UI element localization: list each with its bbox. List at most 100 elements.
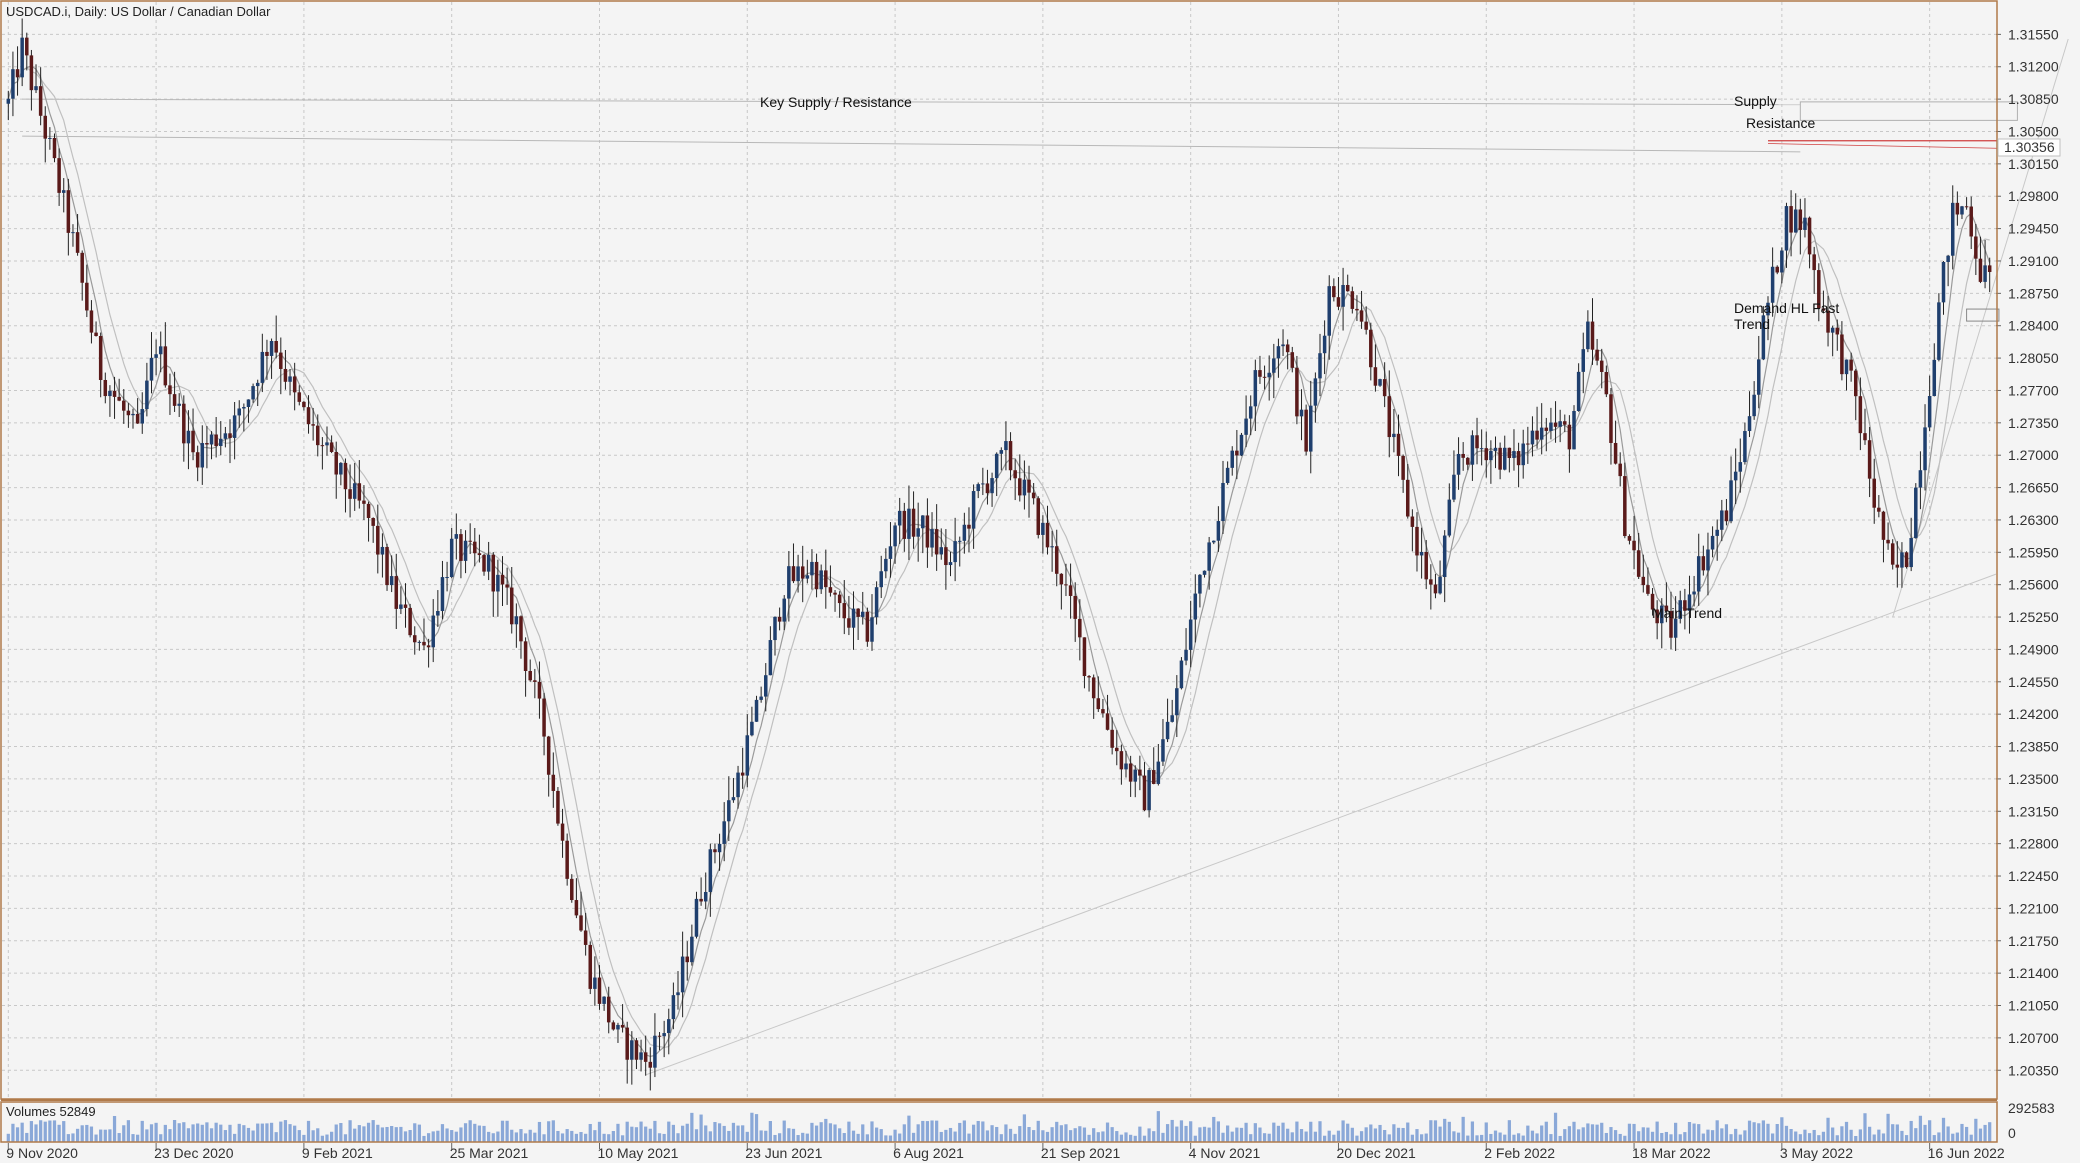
candle-body xyxy=(1230,450,1234,468)
volume-bar xyxy=(1447,1121,1451,1142)
volume-bar xyxy=(426,1133,431,1142)
volume-bar xyxy=(1276,1125,1281,1142)
x-tick-label: 20 Dec 2021 xyxy=(1336,1145,1416,1161)
y-tick-label: 1.31200 xyxy=(2008,59,2059,75)
candle-body xyxy=(717,843,722,853)
candle-body xyxy=(25,37,29,56)
candle-body xyxy=(953,541,957,563)
candle-body xyxy=(542,698,546,737)
candle-body xyxy=(971,491,976,529)
candle-body xyxy=(1442,535,1447,578)
volume-bar xyxy=(768,1121,772,1142)
candle-body xyxy=(1433,584,1438,594)
volume-bar xyxy=(302,1134,306,1142)
volume-bar xyxy=(1988,1122,1992,1142)
volume-bar xyxy=(1392,1124,1396,1142)
candle-body xyxy=(1840,334,1844,375)
volume-bar xyxy=(805,1133,809,1142)
candle-body xyxy=(135,413,140,424)
volume-bar xyxy=(228,1124,232,1142)
volume-bar xyxy=(85,1124,89,1142)
volume-bar xyxy=(1831,1127,1835,1142)
volume-bar xyxy=(1383,1129,1387,1142)
candle-body xyxy=(269,340,274,356)
volume-bar xyxy=(935,1120,939,1142)
candle-body xyxy=(255,382,260,387)
candle-body xyxy=(1475,435,1479,449)
candle-body xyxy=(1581,349,1586,372)
candle-body xyxy=(1595,349,1599,361)
candle-body xyxy=(1567,424,1572,450)
volume-bar xyxy=(1369,1124,1373,1142)
y-tick-label: 1.30850 xyxy=(2008,91,2059,107)
candle-body xyxy=(944,547,948,566)
volume-bar xyxy=(1493,1130,1498,1142)
candle-body xyxy=(237,408,241,416)
volume-bar xyxy=(1138,1126,1142,1142)
volume-bar xyxy=(496,1131,500,1142)
volume-bar xyxy=(11,1123,15,1142)
candle-body xyxy=(606,996,611,1023)
candle-body xyxy=(1692,591,1696,595)
volume-bar xyxy=(1059,1125,1063,1142)
candle-body xyxy=(486,554,491,572)
candle-body xyxy=(657,1035,662,1037)
candle-body xyxy=(1272,358,1276,373)
candle-body xyxy=(149,357,154,381)
candle-body xyxy=(251,386,255,400)
x-tick-label: 9 Feb 2021 xyxy=(302,1145,373,1161)
volume-bar xyxy=(1147,1128,1151,1142)
y-tick-label: 1.22100 xyxy=(2008,900,2059,916)
volume-bar xyxy=(1156,1111,1160,1142)
candle-body xyxy=(597,977,602,1004)
volume-bar xyxy=(1119,1134,1124,1142)
candle-body xyxy=(260,351,265,383)
candle-body xyxy=(874,587,879,618)
volume-bar xyxy=(1914,1128,1918,1142)
volume-bar xyxy=(1526,1125,1530,1142)
candle-body xyxy=(1512,451,1516,459)
candle-body xyxy=(1599,360,1604,372)
volume-bar xyxy=(727,1130,731,1142)
annotation-demand-line2: Trend xyxy=(1734,316,1770,332)
candle-body xyxy=(1050,546,1054,548)
candle-body xyxy=(1729,480,1733,522)
volume-bar xyxy=(1687,1122,1692,1142)
volume-bar xyxy=(1096,1132,1100,1142)
candle-body xyxy=(1258,370,1262,377)
candle-body xyxy=(579,915,583,931)
y-tick-label: 1.23500 xyxy=(2008,771,2059,787)
x-tick-label: 9 Nov 2020 xyxy=(6,1145,78,1161)
candle-body xyxy=(990,478,994,494)
volume-bar xyxy=(888,1135,893,1142)
candle-body xyxy=(1923,427,1927,471)
price-chart[interactable]: 1.31550 1.31200 1.30850 1.30500 1.30150 1.298… xyxy=(0,0,2080,1163)
candle-body xyxy=(1858,396,1863,434)
chart-background xyxy=(0,0,2080,1163)
volume-bar xyxy=(630,1126,634,1142)
candle-body xyxy=(787,566,791,599)
y-tick-label: 1.21750 xyxy=(2008,933,2059,949)
volume-bar xyxy=(403,1131,408,1142)
volume-bar xyxy=(1590,1124,1595,1142)
volume-bar xyxy=(1600,1122,1604,1142)
volume-bar xyxy=(657,1133,662,1142)
candle-body xyxy=(1068,585,1073,596)
candle-body xyxy=(1438,577,1442,594)
y-tick-label: 1.26300 xyxy=(2008,512,2059,528)
volume-bar xyxy=(1849,1129,1853,1142)
volume-bar xyxy=(1456,1132,1461,1142)
volume-bar xyxy=(1535,1133,1539,1142)
volume-bar xyxy=(316,1128,320,1142)
candle-body xyxy=(616,1024,620,1030)
candle-body xyxy=(884,558,888,572)
candle-body xyxy=(907,508,911,539)
candle-body xyxy=(399,604,403,609)
volume-bar xyxy=(1738,1134,1742,1142)
candle-body xyxy=(325,442,329,446)
candle-body xyxy=(126,410,131,416)
candle-body xyxy=(1909,538,1913,568)
candle-body xyxy=(311,424,315,426)
volume-bar xyxy=(796,1135,800,1142)
volume-bar xyxy=(1789,1128,1793,1142)
